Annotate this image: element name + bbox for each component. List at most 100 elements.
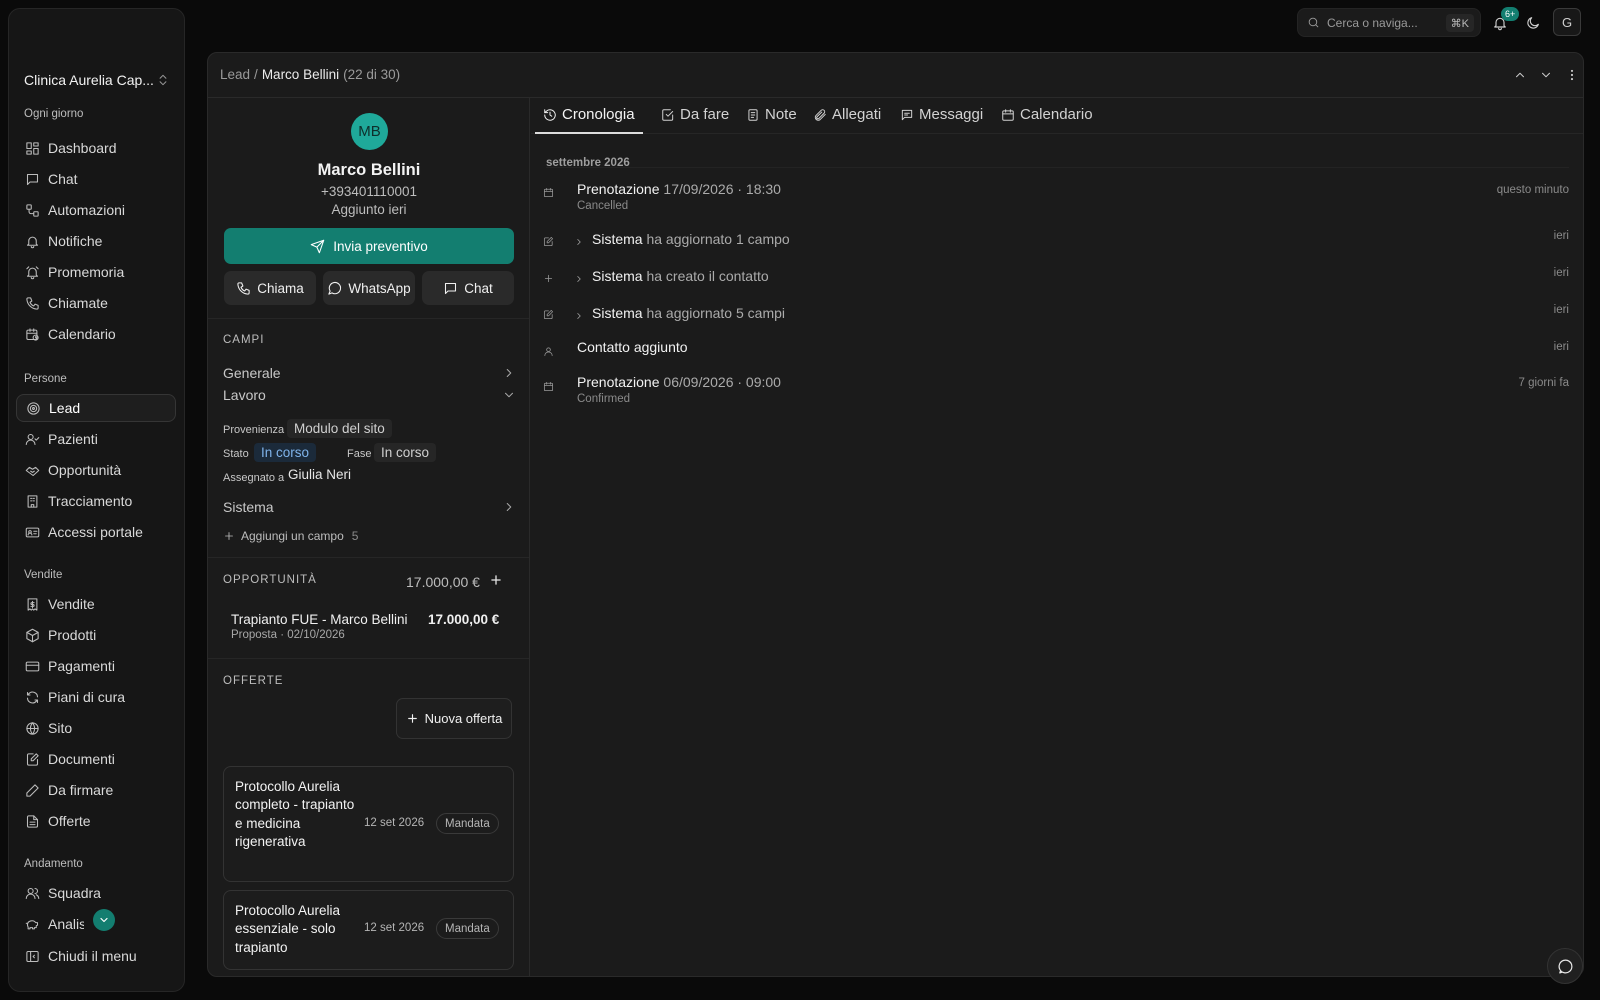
sidebar-item-squadra[interactable]: Squadra	[16, 879, 176, 907]
notifications-button[interactable]: 6+	[1486, 7, 1520, 37]
sidebar-item-piani-di-cura[interactable]: Piani di cura	[16, 683, 176, 711]
tab-cronologia[interactable]: Cronologia	[535, 106, 643, 134]
event-title: Sistema	[592, 268, 643, 284]
tab-label: Messaggi	[919, 106, 984, 123]
event-icon	[543, 273, 554, 284]
timeline-event[interactable]: Sistema ha aggiornato 5 campi	[592, 305, 785, 321]
event-time: ieri	[1553, 341, 1569, 353]
collapse-menu-button[interactable]: Chiudi il menu	[16, 942, 176, 970]
whatsapp-button[interactable]: WhatsApp	[323, 271, 415, 305]
timeline-event[interactable]: Prenotazione 17/09/2026 · 18:30	[577, 181, 781, 197]
tab-label: Cronologia	[562, 106, 635, 123]
event-title: Sistema	[592, 305, 643, 321]
expand-event-button[interactable]	[574, 274, 584, 284]
id-card-icon	[25, 527, 40, 537]
chat-button[interactable]: Chat	[422, 271, 514, 305]
sidebar-item-automazioni[interactable]: Automazioni	[16, 196, 176, 224]
sidebar-item-pazienti[interactable]: Pazienti	[16, 425, 176, 453]
sidebar-item-chat[interactable]: Chat	[16, 165, 176, 193]
event-detail: ha aggiornato 1 campo	[646, 231, 790, 247]
sidebar-item-documenti[interactable]: Documenti	[16, 745, 176, 773]
expand-event-button[interactable]	[574, 311, 584, 321]
support-chat-button[interactable]	[1547, 948, 1583, 984]
tab-da-fare[interactable]: Da fare	[653, 106, 737, 134]
field-group-label: Sistema	[223, 499, 274, 515]
org-switcher[interactable]: Clinica Aurelia Cap...	[24, 68, 170, 92]
plus-icon	[407, 714, 417, 723]
event-title: Contatto aggiunto	[577, 339, 688, 355]
offer-card[interactable]: Protocollo Aurelia completo - trapianto …	[223, 766, 514, 882]
event-title: Prenotazione	[577, 181, 660, 197]
breadcrumb-root[interactable]: Lead	[220, 67, 250, 82]
tab-allegati[interactable]: Allegati	[805, 106, 889, 134]
timeline-event[interactable]: Sistema ha aggiornato 1 campo	[592, 231, 790, 247]
sidebar-item-label: Promemoria	[48, 264, 125, 280]
sidebar-item-calendario[interactable]: Calendario	[16, 320, 176, 348]
sidebar-item-sito[interactable]: Sito	[16, 714, 176, 742]
field-value-provenienza[interactable]: Modulo del sito	[287, 419, 392, 438]
next-record-button[interactable]	[1536, 65, 1556, 85]
offer-title: Protocollo Aurelia completo - trapianto …	[235, 779, 355, 850]
sidebar-item-offerte[interactable]: Offerte	[16, 807, 176, 835]
user-avatar-button[interactable]: G	[1553, 8, 1581, 36]
offer-date: 12 set 2026	[364, 817, 425, 829]
sidebar-item-chiamate[interactable]: Chiamate	[16, 289, 176, 317]
sidebar-item-accessi-portale[interactable]: Accessi portale	[16, 518, 176, 546]
section-title-people: Persone	[24, 373, 67, 385]
send-quote-button[interactable]: Invia preventivo	[224, 228, 514, 264]
offer-card[interactable]: Protocollo Aurelia essenziale - solo tra…	[223, 890, 514, 970]
chevron-right-icon	[577, 313, 581, 319]
sidebar-item-dashboard[interactable]: Dashboard	[16, 134, 176, 162]
plus-icon	[544, 274, 553, 283]
sidebar-item-opportunita[interactable]: Opportunità	[16, 456, 176, 484]
phone-icon	[26, 296, 39, 310]
add-opportunity-button[interactable]	[489, 573, 503, 587]
field-value-fase[interactable]: In corso	[374, 443, 437, 462]
scroll-down-button[interactable]	[93, 909, 115, 931]
chat-icon	[26, 173, 39, 185]
field-group-sistema[interactable]: Sistema	[223, 499, 516, 515]
tab-messaggi[interactable]: Messaggi	[892, 106, 991, 134]
timeline-event[interactable]: Prenotazione 06/09/2026 · 09:00	[577, 374, 781, 390]
opportunity-title[interactable]: Trapianto FUE - Marco Bellini	[231, 612, 408, 627]
previous-record-button[interactable]	[1510, 65, 1530, 85]
more-options-button[interactable]	[1562, 65, 1582, 85]
sidebar-item-notifiche[interactable]: Notifiche	[16, 227, 176, 255]
expand-event-button[interactable]	[574, 237, 584, 247]
event-time: questo minuto	[1496, 184, 1569, 196]
field-group-generale[interactable]: Generale	[223, 365, 516, 381]
tab-label: Calendario	[1020, 106, 1093, 123]
breadcrumb: Lead / Marco Bellini (22 di 30)	[220, 67, 400, 82]
checkbox-icon	[662, 109, 674, 121]
tab-note[interactable]: Note	[738, 106, 805, 134]
lead-avatar: MB	[351, 113, 388, 150]
sidebar-item-label: Pazienti	[48, 431, 98, 447]
new-offer-button[interactable]: Nuova offerta	[396, 698, 512, 739]
event-icon	[543, 309, 554, 320]
breadcrumb-current: Marco Bellini	[261, 67, 340, 82]
tab-label: Da fare	[680, 106, 730, 123]
timeline-event[interactable]: Contatto aggiunto	[577, 339, 688, 355]
theme-toggle-button[interactable]	[1519, 9, 1547, 37]
timeline-event[interactable]: Sistema ha creato il contatto	[592, 268, 769, 284]
sidebar-item-analisi[interactable]: Analisi	[16, 909, 176, 938]
search-input[interactable]: Cerca o naviga... ⌘K	[1297, 8, 1481, 37]
collapse-menu-label: Chiudi il menu	[48, 948, 137, 964]
field-value-stato[interactable]: In corso	[254, 443, 317, 462]
call-button[interactable]: Chiama	[224, 271, 316, 305]
sidebar-item-promemoria[interactable]: Promemoria	[16, 258, 176, 286]
sidebar-item-prodotti[interactable]: Prodotti	[16, 621, 176, 649]
chat-icon	[445, 282, 457, 294]
tab-calendario[interactable]: Calendario	[993, 106, 1101, 134]
add-field-button[interactable]: Aggiungi un campo 5	[223, 529, 358, 543]
whatsapp-label: WhatsApp	[348, 280, 411, 296]
field-value-assegnato[interactable]: Giulia Neri	[288, 467, 351, 482]
sidebar-item-da-firmare[interactable]: Da firmare	[16, 776, 176, 804]
field-group-lavoro[interactable]: Lavoro	[223, 387, 516, 403]
sidebar-item-tracciamento[interactable]: Tracciamento	[16, 487, 176, 515]
sidebar-item-lead[interactable]: Lead	[16, 394, 176, 422]
event-icon	[543, 187, 554, 198]
sidebar-item-pagamenti[interactable]: Pagamenti	[16, 652, 176, 680]
target-icon	[27, 401, 40, 415]
sidebar-item-vendite[interactable]: Vendite	[16, 590, 176, 618]
